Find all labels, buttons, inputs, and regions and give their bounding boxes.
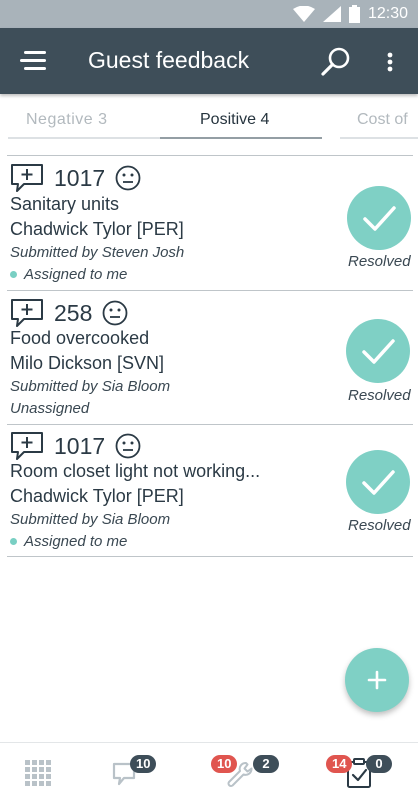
- resolved-label: Resolved: [348, 517, 411, 534]
- guest-name: Chadwick Tylor [PER]: [10, 219, 184, 239]
- feedback-subject: Room closet light not working...: [10, 461, 261, 481]
- signal-icon: [322, 6, 341, 22]
- tab-cost[interactable]: Cost of: [357, 111, 408, 129]
- tab-bar: Negative 3 Positive 4 Cost of: [0, 94, 418, 140]
- check-icon: [362, 470, 395, 495]
- nav-feedback[interactable]: 10: [100, 743, 180, 800]
- submitted-by: Submitted by Steven Josh: [10, 244, 185, 261]
- feedback-item[interactable]: 258 Food overcooked Milo Dickson [SVN] S…: [7, 290, 413, 424]
- resolve-button[interactable]: [346, 319, 410, 383]
- maintenance-count-badge: 2: [253, 755, 279, 773]
- maintenance-urgent-badge: 10: [211, 755, 238, 773]
- bottom-navigation: 10 10 2 14 0: [0, 742, 418, 800]
- search-button[interactable]: [320, 46, 352, 78]
- feedback-list: 1017 Sanitary units Chadwick Tylor [PER]…: [7, 155, 413, 557]
- menu-icon: [20, 51, 46, 70]
- assigned-dot-icon: [10, 270, 17, 278]
- plus-icon: [367, 670, 387, 690]
- page-title: Guest feedback: [88, 47, 250, 73]
- nav-dashboard[interactable]: [0, 743, 80, 800]
- tab-negative[interactable]: Negative 3: [26, 111, 108, 129]
- status-time: 12:30: [367, 5, 408, 22]
- guest-name: Chadwick Tylor [PER]: [10, 486, 184, 506]
- submitted-by: Submitted by Sia Bloom: [10, 378, 171, 395]
- feedback-item[interactable]: 1017 Sanitary units Chadwick Tylor [PER]…: [7, 155, 413, 290]
- assignment-label: Assigned to me: [24, 266, 128, 283]
- guest-name: Milo Dickson [SVN]: [10, 353, 165, 373]
- neutral-face-icon: [115, 165, 141, 191]
- assigned-dot-icon: [10, 537, 17, 545]
- battery-icon: [348, 5, 360, 23]
- feedback-subject: Food overcooked: [10, 328, 150, 348]
- tasks-count-badge: 0: [366, 755, 392, 773]
- resolve-button[interactable]: [347, 186, 411, 250]
- more-options-button[interactable]: [380, 48, 400, 76]
- feedback-add-icon: [11, 299, 43, 327]
- feedback-item[interactable]: 1017 Room closet light not working... Ch…: [7, 424, 413, 557]
- tab-divider: [340, 137, 418, 139]
- feedback-number: 258: [54, 299, 93, 326]
- nav-tasks[interactable]: 14 0: [320, 743, 418, 800]
- submitted-by: Submitted by Sia Bloom: [10, 511, 171, 528]
- feedback-add-icon: [11, 432, 43, 460]
- menu-button[interactable]: [20, 48, 50, 74]
- feedback-count-badge: 10: [130, 755, 157, 773]
- assignment-status: Assigned to me: [10, 533, 127, 550]
- resolve-button[interactable]: [346, 450, 410, 514]
- tasks-urgent-badge: 14: [326, 755, 353, 773]
- feedback-add-icon: [11, 164, 43, 192]
- add-feedback-button[interactable]: [345, 648, 409, 712]
- resolved-label: Resolved: [348, 253, 411, 270]
- neutral-face-icon: [102, 300, 128, 326]
- nav-maintenance[interactable]: 10 2: [205, 743, 295, 800]
- assignment-status: Assigned to me: [10, 266, 127, 283]
- tab-positive[interactable]: Positive 4: [200, 111, 269, 129]
- feedback-number: 1017: [54, 164, 106, 191]
- assignment-status: Unassigned: [10, 400, 90, 417]
- more-vert-icon: [387, 52, 393, 72]
- check-icon: [363, 206, 396, 231]
- feedback-subject: Sanitary units: [10, 194, 120, 214]
- check-icon: [362, 339, 395, 364]
- status-bar: 12:30: [0, 0, 418, 28]
- feedback-number: 1017: [54, 432, 106, 459]
- tab-divider: [8, 137, 160, 139]
- grid-icon: [25, 760, 51, 786]
- search-icon: [321, 47, 350, 76]
- neutral-face-icon: [115, 433, 141, 459]
- app-bar: Guest feedback: [0, 28, 418, 94]
- wifi-icon: [292, 6, 315, 22]
- assignment-label: Assigned to me: [24, 533, 128, 550]
- tab-active-indicator: [160, 137, 322, 139]
- resolved-label: Resolved: [348, 387, 411, 404]
